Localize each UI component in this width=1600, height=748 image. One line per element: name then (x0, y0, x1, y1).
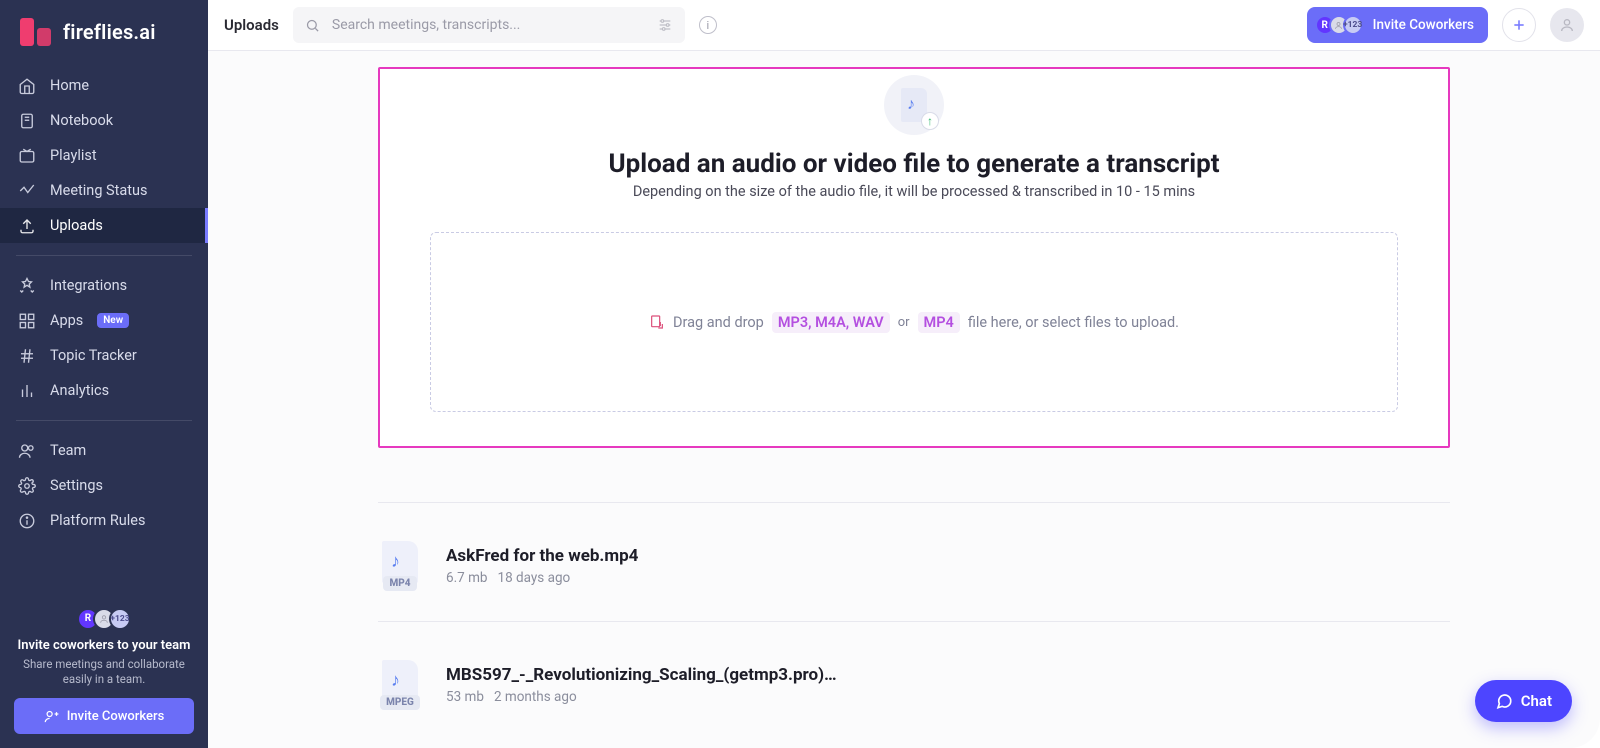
nav-label: Settings (50, 477, 103, 494)
integrations-icon (18, 277, 36, 295)
chat-label: Chat (1521, 692, 1552, 710)
home-icon (18, 77, 36, 95)
status-icon (18, 182, 36, 200)
upload-icon (18, 217, 36, 235)
invite-coworkers-button[interactable]: Invite Coworkers (14, 698, 194, 734)
analytics-icon (18, 382, 36, 400)
info-icon (18, 512, 36, 530)
button-label: Invite Coworkers (1373, 17, 1474, 33)
nav-label: Analytics (50, 382, 109, 399)
nav-label: Notebook (50, 112, 113, 129)
sidebar-item-apps[interactable]: Apps New (0, 303, 208, 338)
formats-video: MP4 (918, 312, 960, 333)
sidebar-item-analytics[interactable]: Analytics (0, 373, 208, 408)
drop-text-post: file here, or select files to upload. (968, 314, 1179, 331)
sidebar-item-meeting-status[interactable]: Meeting Status (0, 173, 208, 208)
nav-label: Meeting Status (50, 182, 148, 199)
upload-panel: ↑ Upload an audio or video file to gener… (378, 67, 1450, 448)
upload-list-item[interactable]: MP4 AskFred for the web.mp4 6.7 mb 18 da… (378, 503, 1450, 607)
nav-tertiary: Team Settings Platform Rules (0, 429, 208, 542)
add-button[interactable] (1502, 8, 1536, 42)
file-ext-badge: MPEG (380, 695, 420, 710)
sidebar-item-topic-tracker[interactable]: Topic Tracker (0, 338, 208, 373)
nav-secondary: Integrations Apps New Topic Tracker Anal… (0, 264, 208, 412)
sliders-icon[interactable] (657, 17, 673, 33)
avatar-count-badge: +123 (109, 608, 131, 630)
invite-title: Invite coworkers to your team (14, 638, 194, 653)
file-name: AskFred for the web.mp4 (446, 546, 638, 566)
avatar-stack: R +123 (1315, 15, 1363, 35)
or-text: or (898, 315, 910, 330)
logo-mark-icon (20, 18, 51, 46)
upload-subheading: Depending on the size of the audio file,… (633, 183, 1195, 200)
upload-list-item[interactable]: MPEG MBS597_-_Revolutionizing_Scaling_(g… (378, 622, 1450, 726)
apps-icon (18, 312, 36, 330)
sidebar-item-team[interactable]: Team (0, 433, 208, 468)
plus-icon (1511, 17, 1527, 33)
drop-text-pre: Drag and drop (673, 314, 764, 331)
nav-label: Uploads (50, 217, 103, 234)
file-name: MBS597_-_Revolutionizing_Scaling_(getmp3… (446, 665, 837, 685)
search-field[interactable] (293, 7, 685, 43)
file-age: 2 months ago (494, 689, 577, 705)
gear-icon (18, 477, 36, 495)
chat-widget-button[interactable]: Chat (1475, 680, 1572, 722)
sidebar: fireflies.ai Home Notebook Playlist Meet… (0, 0, 208, 748)
info-button[interactable]: i (699, 16, 717, 34)
profile-avatar[interactable] (1550, 8, 1584, 42)
sidebar-item-playlist[interactable]: Playlist (0, 138, 208, 173)
new-badge: New (97, 313, 129, 328)
file-thumbnail: MP4 (378, 541, 422, 591)
nav-label: Integrations (50, 277, 127, 294)
nav-primary: Home Notebook Playlist Meeting Status Up… (0, 64, 208, 247)
upload-heading: Upload an audio or video file to generat… (608, 149, 1219, 179)
invite-subtitle: Share meetings and collaborate easily in… (14, 657, 194, 688)
nav-label: Team (50, 442, 86, 459)
sidebar-item-notebook[interactable]: Notebook (0, 103, 208, 138)
search-icon (305, 18, 320, 33)
divider (16, 420, 192, 421)
upload-hero-icon: ↑ (884, 75, 944, 135)
nav-label: Platform Rules (50, 512, 145, 529)
drop-icon (649, 314, 665, 330)
button-label: Invite Coworkers (67, 709, 165, 724)
divider (16, 255, 192, 256)
file-age: 18 days ago (498, 570, 571, 586)
notebook-icon (18, 112, 36, 130)
nav-label: Playlist (50, 147, 97, 164)
sidebar-item-uploads[interactable]: Uploads (0, 208, 208, 243)
invite-coworkers-pill[interactable]: R +123 Invite Coworkers (1307, 7, 1488, 43)
file-size: 6.7 mb (446, 570, 488, 586)
main: Uploads i R +123 Invite Coworkers (208, 0, 1600, 748)
formats-audio: MP3, M4A, WAV (772, 312, 890, 333)
team-icon (18, 442, 36, 460)
sidebar-item-settings[interactable]: Settings (0, 468, 208, 503)
sidebar-item-integrations[interactable]: Integrations (0, 268, 208, 303)
sidebar-invite-card: R +123 Invite coworkers to your team Sha… (0, 594, 208, 748)
topbar: Uploads i R +123 Invite Coworkers (208, 0, 1600, 51)
chat-icon (1495, 692, 1513, 710)
playlist-icon (18, 147, 36, 165)
nav-label: Topic Tracker (50, 347, 137, 364)
content-scroll[interactable]: ↑ Upload an audio or video file to gener… (208, 51, 1600, 748)
search-input[interactable] (330, 16, 647, 34)
sidebar-item-platform-rules[interactable]: Platform Rules (0, 503, 208, 538)
file-ext-badge: MP4 (383, 576, 416, 591)
nav-label: Home (50, 77, 89, 94)
hash-icon (18, 347, 36, 365)
sidebar-item-home[interactable]: Home (0, 68, 208, 103)
brand-logo[interactable]: fireflies.ai (0, 0, 208, 64)
upload-arrow-badge: ↑ (922, 113, 938, 129)
nav-label: Apps (50, 312, 83, 329)
avatar-count-badge: +123 (1343, 15, 1363, 35)
user-plus-icon (44, 709, 59, 724)
file-size: 53 mb (446, 689, 484, 705)
avatar-stack: R +123 (77, 608, 131, 630)
file-thumbnail: MPEG (378, 660, 422, 710)
page-title: Uploads (224, 16, 279, 34)
brand-name: fireflies.ai (63, 20, 156, 44)
file-dropzone[interactable]: Drag and drop MP3, M4A, WAV or MP4 file … (430, 232, 1398, 412)
user-icon (1559, 17, 1575, 33)
